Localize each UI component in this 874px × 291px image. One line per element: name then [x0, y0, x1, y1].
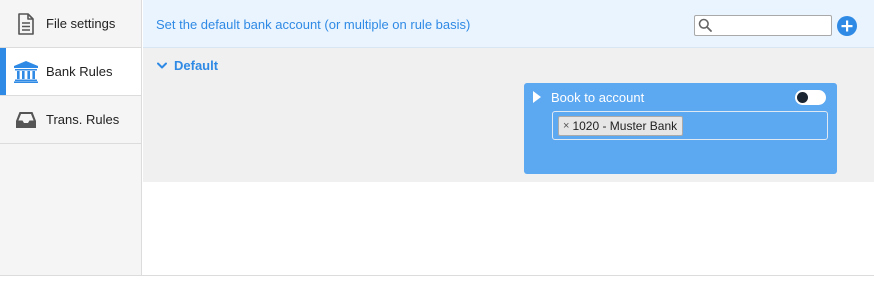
group-default-toggle[interactable]: Default — [157, 58, 218, 73]
caret-right-icon[interactable] — [533, 91, 541, 106]
rules-content: Default Book to account × 1020 - Muster … — [143, 48, 874, 182]
search-box[interactable] — [694, 15, 832, 36]
file-settings-icon — [14, 12, 38, 36]
sidebar-item-bank-rules[interactable]: Bank Rules — [0, 48, 141, 96]
remove-tag-icon[interactable]: × — [563, 120, 569, 132]
plus-icon — [841, 20, 853, 32]
sidebar-item-trans-rules[interactable]: Trans. Rules — [0, 96, 141, 144]
rule-toggle[interactable] — [795, 90, 826, 105]
search-icon — [698, 18, 712, 35]
chevron-down-icon — [157, 58, 167, 73]
toggle-knob — [797, 92, 808, 103]
sidebar-item-label: Bank Rules — [46, 64, 113, 79]
rules-header: Set the default bank account (or multipl… — [143, 0, 874, 48]
account-tag-label: 1020 - Muster Bank — [572, 119, 678, 133]
add-rule-button[interactable] — [837, 16, 857, 36]
bank-icon — [14, 60, 38, 84]
sidebar-item-label: Trans. Rules — [46, 112, 120, 127]
account-tag: × 1020 - Muster Bank — [558, 116, 684, 136]
sidebar-item-file-settings[interactable]: File settings — [0, 0, 141, 48]
page-description: Set the default bank account (or multipl… — [156, 17, 471, 32]
divider — [0, 275, 874, 276]
rule-card: Book to account × 1020 - Muster Bank — [524, 83, 837, 174]
search-input[interactable] — [715, 17, 827, 34]
sidebar-item-label: File settings — [46, 16, 116, 31]
account-tag-field[interactable]: × 1020 - Muster Bank — [552, 111, 828, 140]
group-title: Default — [174, 58, 219, 73]
main-panel: Set the default bank account (or multipl… — [143, 0, 874, 276]
rule-title: Book to account — [551, 90, 645, 105]
inbox-tray-icon — [14, 108, 38, 132]
sidebar: File settings Bank Rules Trans. Rules — [0, 0, 142, 276]
